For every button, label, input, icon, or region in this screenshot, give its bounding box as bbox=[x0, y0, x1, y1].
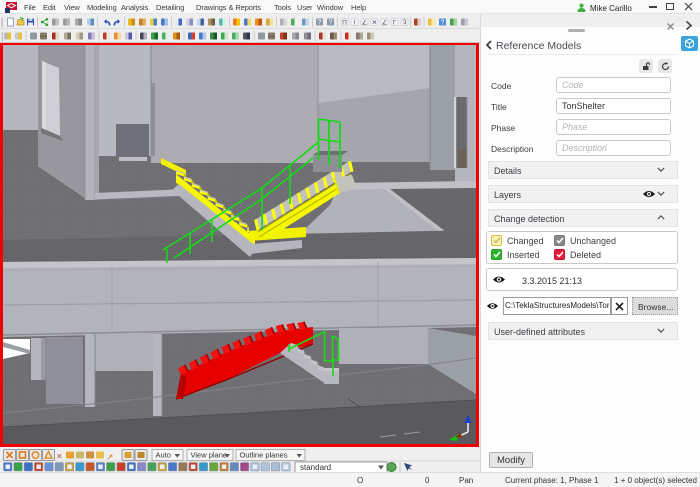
svg-text:View plane: View plane bbox=[191, 451, 228, 460]
svg-text:—: — bbox=[268, 34, 275, 41]
svg-text:Π: Π bbox=[342, 20, 347, 27]
svg-text:Γ: Γ bbox=[393, 20, 397, 27]
svg-text:↗: ↗ bbox=[106, 452, 114, 462]
svg-text:∠: ∠ bbox=[382, 19, 388, 27]
svg-text:Outline planes: Outline planes bbox=[240, 451, 288, 460]
svg-text:✕: ✕ bbox=[372, 20, 377, 27]
svg-text:?: ? bbox=[329, 20, 333, 27]
svg-text:Ι: Ι bbox=[354, 20, 356, 27]
svg-text:✕: ✕ bbox=[56, 452, 63, 461]
svg-text:∠: ∠ bbox=[362, 19, 368, 27]
svg-text:—: — bbox=[40, 34, 47, 41]
svg-text:Ꮈ: Ꮈ bbox=[403, 20, 407, 27]
svg-text:?: ? bbox=[318, 20, 322, 27]
svg-text:Auto: Auto bbox=[156, 451, 171, 460]
svg-text:standard: standard bbox=[300, 463, 331, 472]
svg-text:?: ? bbox=[441, 20, 445, 27]
